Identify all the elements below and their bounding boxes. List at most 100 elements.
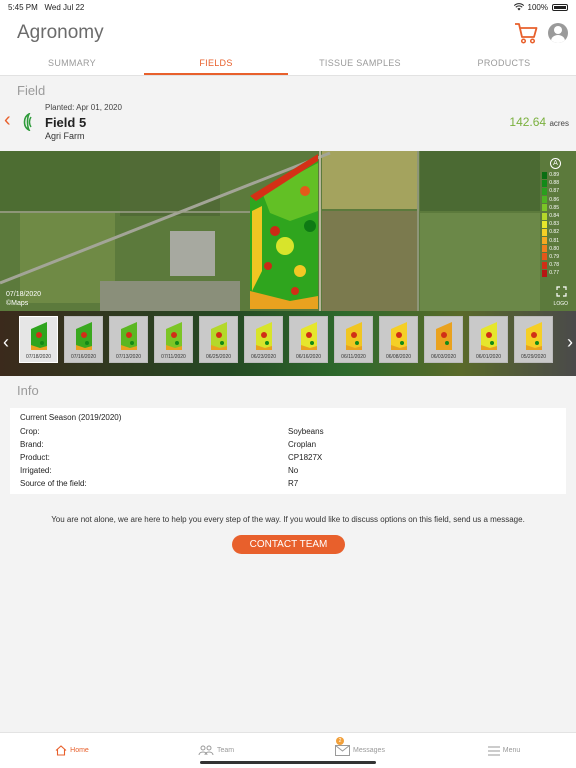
date-thumbnail[interactable]: 05/29/2020 (514, 316, 553, 363)
info-label-crop: Crop: (20, 427, 40, 436)
date-thumbnail[interactable]: 06/16/2020 (289, 316, 328, 363)
legend-label: 0.77 (549, 270, 559, 277)
strip-prev-icon[interactable]: ‹ (3, 332, 9, 353)
legend-swatch (542, 179, 548, 187)
legend-swatch (542, 204, 548, 212)
date-thumbnail[interactable]: 06/25/2020 (199, 316, 238, 363)
info-row: Product: CP1827X (20, 451, 556, 464)
info-label-source: Source of the field: (20, 479, 87, 488)
thumbnail-date: 07/11/2020 (161, 354, 186, 360)
field-acres: 142.64 acres (509, 115, 569, 129)
nav-team-label: Team (216, 747, 235, 754)
tab-summary[interactable]: SUMMARY (0, 52, 144, 75)
status-time: 5:45 PM (8, 2, 38, 12)
legend-swatch (542, 171, 548, 179)
acres-value: 142.64 (509, 115, 547, 129)
date-thumbnail[interactable]: 07/18/2020 (19, 316, 58, 363)
legend-swatch (542, 261, 548, 269)
thumbnail-date: 06/25/2020 (205, 354, 232, 360)
thumbnail-date: 06/11/2020 (341, 354, 366, 360)
strip-next-icon[interactable]: › (567, 332, 573, 353)
imagery-date-strip: ‹ 07/18/2020 07/16/2020 07/13/2020 07/11/20… (0, 311, 576, 376)
info-row: Source of the field: R7 (20, 477, 556, 490)
field-ndvi-icon (481, 322, 497, 350)
field-header: ‹ Planted: Apr 01, 2020 Field 5 Agri Far… (0, 100, 576, 148)
info-value-product: CP1827X (288, 453, 323, 462)
legend-row: 0.89 (542, 171, 559, 179)
status-right: 100% (513, 3, 568, 12)
help-message: You are not alone, we are here to help y… (51, 515, 525, 524)
info-row: Crop: Soybeans (20, 425, 556, 438)
contact-team-button[interactable]: CONTACT TEAM (232, 535, 345, 554)
expand-icon[interactable] (556, 286, 567, 297)
ndvi-legend: 0.89 0.88 0.87 0.86 0.85 0.84 0.83 0.82 0.81 0.80… (542, 171, 559, 277)
app-title: Agronomy (17, 22, 104, 43)
nav-menu[interactable]: Menu (432, 733, 576, 768)
date-thumbnail[interactable]: 06/01/2020 (469, 316, 508, 363)
legend-label: 0.85 (549, 204, 559, 211)
legend-row: 0.83 (542, 220, 559, 228)
info-label-product: Product: (20, 453, 50, 462)
tab-products[interactable]: PRODUCTS (432, 52, 576, 75)
messages-badge: 2 (336, 737, 344, 745)
info-value-brand: Croplan (288, 440, 317, 449)
nav-home[interactable]: Home (0, 733, 144, 768)
legend-label: 0.79 (549, 253, 559, 260)
appbar-actions (514, 22, 568, 44)
current-season: Current Season (2019/2020) (20, 413, 122, 422)
date-thumbnail[interactable]: 06/23/2020 (244, 316, 283, 363)
date-thumbnail[interactable]: 06/11/2020 (334, 316, 373, 363)
battery-icon (552, 3, 568, 11)
home-indicator (200, 761, 376, 764)
date-thumbnail[interactable]: 07/11/2020 (154, 316, 193, 363)
field-ndvi-icon (31, 322, 47, 350)
info-label-brand: Brand: (20, 440, 44, 449)
soybean-icon (23, 113, 32, 131)
field-ndvi-icon (211, 322, 227, 350)
field-ndvi-icon (301, 322, 317, 350)
nav-messages-label: Messages (353, 747, 385, 754)
legend-swatch (542, 228, 548, 236)
info-row: Brand: Croplan (20, 438, 556, 451)
thumbnail-date: 06/16/2020 (295, 354, 322, 360)
thumbnail-date: 06/01/2020 (475, 354, 502, 360)
date-thumbnail[interactable]: 07/16/2020 (64, 316, 103, 363)
legend-label: 0.87 (549, 188, 559, 195)
legend-swatch (542, 237, 548, 245)
tab-tissue-samples[interactable]: TISSUE SAMPLES (288, 52, 432, 75)
team-icon (198, 745, 214, 756)
legend-row: 0.82 (542, 228, 559, 236)
legend-row: 0.84 (542, 212, 559, 220)
compass-icon[interactable]: A (550, 158, 561, 169)
legend-label: 0.80 (549, 245, 559, 252)
cart-icon[interactable] (514, 22, 538, 44)
map-date: 07/18/2020 (6, 291, 42, 298)
legend-row: 0.77 (542, 269, 559, 277)
field-ndvi-icon (391, 322, 407, 350)
mail-icon (335, 745, 351, 756)
legend-label: 0.89 (549, 172, 559, 179)
avatar[interactable] (548, 23, 568, 43)
legend-row: 0.79 (542, 253, 559, 261)
date-thumbnail[interactable]: 07/13/2020 (109, 316, 148, 363)
info-value-crop: Soybeans (288, 427, 324, 436)
date-thumbnail[interactable]: 06/03/2020 (424, 316, 463, 363)
legend-label: 0.81 (549, 237, 559, 244)
legend-label: 0.78 (549, 262, 559, 269)
legend-swatch (542, 187, 548, 195)
legend-row: 0.81 (542, 237, 559, 245)
satellite-imagery (0, 151, 576, 311)
field-ndvi-icon (76, 322, 92, 350)
status-date: Wed Jul 22 (44, 2, 85, 12)
thumbnail-date: 05/29/2020 (520, 354, 547, 360)
field-ndvi-icon (346, 322, 362, 350)
field-map[interactable]: A 0.89 0.88 0.87 0.86 0.85 0.84 0.83 0.82 0.81 0.… (0, 151, 576, 311)
legend-swatch (542, 253, 548, 261)
date-thumbnail[interactable]: 06/08/2020 (379, 316, 418, 363)
thumbnail-date: 07/13/2020 (115, 354, 142, 360)
legend-swatch (542, 269, 548, 277)
back-chevron-icon[interactable]: ‹ (4, 110, 11, 130)
thumbnail-date: 07/18/2020 (25, 354, 52, 360)
field-name: Field 5 (45, 115, 87, 130)
tab-fields[interactable]: FIELDS (144, 52, 288, 75)
